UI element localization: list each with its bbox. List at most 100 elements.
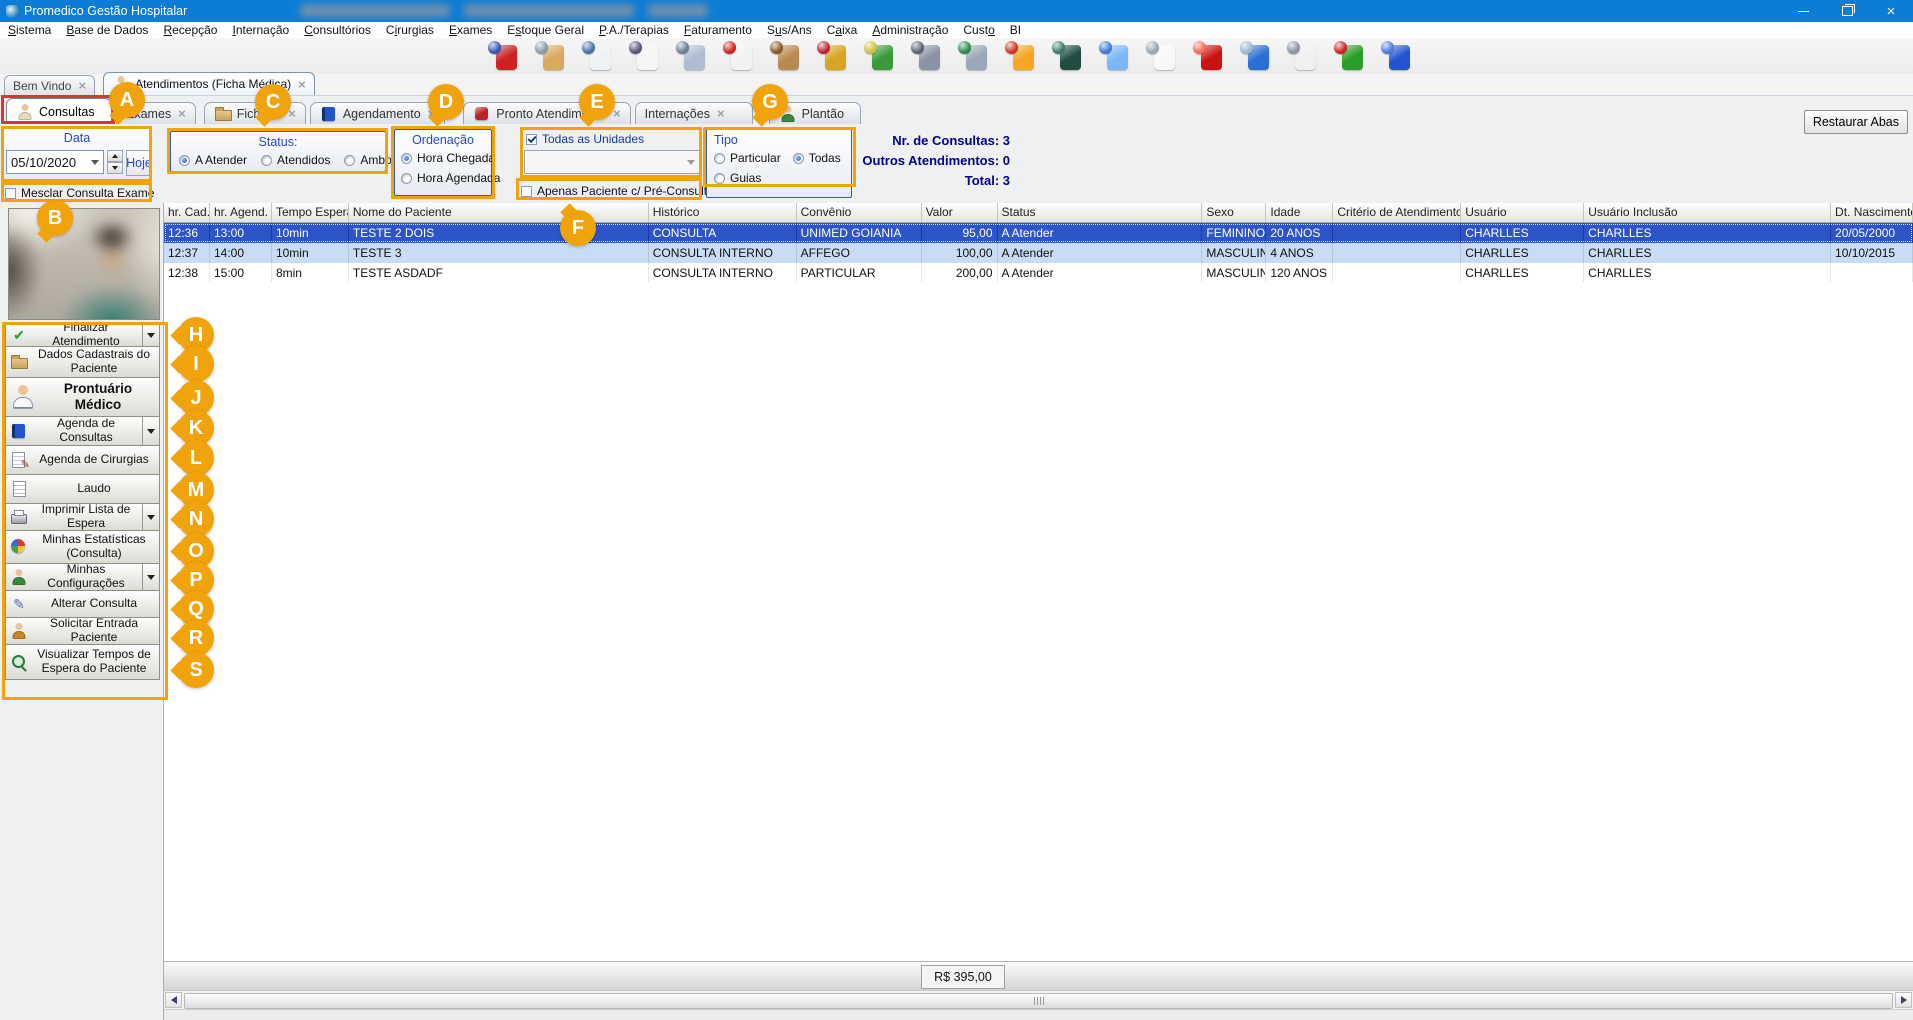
- sidebar-button-minhas-estat-sticas-consulta-[interactable]: Minhas Estatísticas (Consulta): [5, 530, 160, 564]
- menu-exames[interactable]: Exames: [449, 23, 492, 37]
- radio-icon[interactable]: [714, 173, 725, 184]
- safe-icon[interactable]: [911, 41, 941, 71]
- chat-bubble-icon[interactable]: [1099, 41, 1129, 71]
- table-row[interactable]: 12:3714:0010minTESTE 3CONSULTA INTERNOAF…: [164, 243, 1913, 263]
- sidebar-button-laudo[interactable]: Laudo: [5, 474, 160, 504]
- column-header-crit-rio-de-atendimento[interactable]: Critério de Atendimento: [1333, 203, 1461, 222]
- main-tab-atendimentos-ficha-m-dica-[interactable]: Atendimentos (Ficha Médica)×: [103, 72, 315, 95]
- menu-bi[interactable]: BI: [1010, 23, 1021, 37]
- column-header-dt-nascimento[interactable]: Dt. Nascimento: [1831, 203, 1913, 222]
- medical-stats-icon[interactable]: [1334, 41, 1364, 71]
- close-button[interactable]: ×: [1869, 0, 1913, 22]
- table-row[interactable]: 12:3815:008minTESTE ASDADFCONSULTA INTER…: [164, 263, 1913, 283]
- column-header-usu-rio[interactable]: Usuário: [1461, 203, 1584, 222]
- stock-boxes-icon[interactable]: [770, 41, 800, 71]
- dropdown-arrow-icon[interactable]: [142, 324, 159, 346]
- sub-tab-consultas[interactable]: Consultas: [6, 98, 112, 124]
- patient-directory-icon[interactable]: [1381, 41, 1411, 71]
- hospital-bed-icon[interactable]: [676, 41, 706, 71]
- doctor-icon[interactable]: [582, 41, 612, 71]
- scrollbar-thumb[interactable]: [184, 993, 1893, 1009]
- column-header-status[interactable]: Status: [998, 203, 1203, 222]
- menu-consult-rios[interactable]: Consultórios: [304, 23, 371, 37]
- ledger-book-icon[interactable]: [1052, 41, 1082, 71]
- order-option-hora-chegada[interactable]: Hora Chegada: [401, 151, 491, 165]
- all-units-checkbox-row[interactable]: Todas as Unidades: [526, 132, 644, 146]
- menu-administra-o[interactable]: Administração: [872, 23, 948, 37]
- column-header-usu-rio-inclus-o[interactable]: Usuário Inclusão: [1584, 203, 1831, 222]
- dropdown-arrow-icon[interactable]: [142, 564, 159, 590]
- sidebar-button-alterar-consulta[interactable]: ✎Alterar Consulta: [5, 590, 160, 618]
- column-header-nome-do-paciente[interactable]: Nome do Paciente: [349, 203, 649, 222]
- tab-close-icon[interactable]: ×: [298, 78, 306, 91]
- menu-sus-ans[interactable]: Sus/Ans: [767, 23, 812, 37]
- column-header-hr-cad-[interactable]: hr. Cad.: [164, 203, 210, 222]
- mesclar-checkbox-row[interactable]: Mesclar Consulta Exame: [5, 186, 154, 200]
- contract-icon[interactable]: [1287, 41, 1317, 71]
- menu-custo[interactable]: Custo: [963, 23, 994, 37]
- scroll-right-icon[interactable]: [1895, 992, 1912, 1008]
- status-option-ambos[interactable]: Ambos: [344, 153, 397, 167]
- tab-close-icon[interactable]: ×: [428, 107, 436, 120]
- minimize-button[interactable]: [1781, 0, 1825, 22]
- date-dropdown-icon[interactable]: [91, 160, 99, 165]
- mesclar-checkbox[interactable]: [5, 188, 16, 199]
- all-units-checkbox[interactable]: [526, 134, 537, 145]
- scroll-left-icon[interactable]: [165, 992, 182, 1008]
- finance-down-icon[interactable]: [864, 41, 894, 71]
- date-input[interactable]: 05/10/2020: [6, 150, 104, 174]
- tab-close-icon[interactable]: ×: [178, 107, 186, 120]
- sidebar-button-dados-cadastrais-do-paciente[interactable]: Dados Cadastrais do Paciente: [5, 346, 160, 378]
- radio-icon[interactable]: [401, 173, 412, 184]
- preconsult-checkbox[interactable]: [521, 186, 532, 197]
- phone-directory-icon[interactable]: [1005, 41, 1035, 71]
- dropdown-arrow-icon[interactable]: [142, 504, 159, 530]
- type-option-guias[interactable]: Guias: [714, 171, 761, 185]
- sub-tab-plant-o[interactable]: Plantão: [769, 102, 861, 124]
- billing-calculator-icon[interactable]: [958, 41, 988, 71]
- refresh-users-icon[interactable]: [488, 41, 518, 71]
- radio-icon[interactable]: [344, 155, 355, 166]
- finance-up-icon[interactable]: [817, 41, 847, 71]
- tab-close-icon[interactable]: ×: [288, 107, 296, 120]
- tab-close-icon[interactable]: ×: [717, 107, 725, 120]
- menu-p-a-terapias[interactable]: P.A./Terapias: [599, 23, 669, 37]
- menu-sistema[interactable]: Sistema: [8, 23, 51, 37]
- main-tab-bem-vindo[interactable]: Bem Vindo×: [4, 75, 95, 95]
- sub-tab-pronto-atendimento[interactable]: Pronto Atendimento×: [463, 102, 630, 124]
- ambulance-icon[interactable]: [723, 41, 753, 71]
- menu-base-de-dados[interactable]: Base de Dados: [66, 23, 148, 37]
- radio-icon[interactable]: [401, 153, 412, 164]
- radio-icon[interactable]: [261, 155, 272, 166]
- table-row[interactable]: 12:3613:0010minTESTE 2 DOISCONSULTAUNIME…: [164, 223, 1913, 243]
- sub-tab-exames[interactable]: Exames×: [116, 102, 196, 124]
- column-header-hr-agend-[interactable]: hr. Agend.: [210, 203, 272, 222]
- sidebar-button-agenda-de-cirurgias[interactable]: Agenda de Cirurgias: [5, 445, 160, 475]
- preconsult-checkbox-row[interactable]: Apenas Paciente c/ Pré-Consulta: [521, 184, 714, 198]
- today-button[interactable]: Hoje: [126, 150, 152, 176]
- column-header-tempo-espera[interactable]: Tempo Espera: [272, 203, 349, 222]
- sidebar-button-agenda-de-consultas[interactable]: Agenda de Consultas: [5, 416, 160, 446]
- menu-cirurgias[interactable]: Cirurgias: [386, 23, 434, 37]
- column-header-hist-rico[interactable]: Histórico: [649, 203, 797, 222]
- radio-icon[interactable]: [714, 153, 725, 164]
- sidebar-button-solicitar-entrada-paciente[interactable]: Solicitar Entrada Paciente: [5, 617, 160, 645]
- restore-tabs-button[interactable]: Restaurar Abas: [1804, 110, 1908, 134]
- column-header-valor[interactable]: Valor: [922, 203, 998, 222]
- tab-close-icon[interactable]: ×: [78, 79, 86, 92]
- menu-recep-o[interactable]: Recepção: [163, 23, 217, 37]
- unit-combobox[interactable]: [524, 150, 701, 174]
- sub-tab-agendamento[interactable]: Agendamento×: [310, 102, 445, 124]
- menu-estoque-geral[interactable]: Estoque Geral: [507, 23, 584, 37]
- horizontal-scrollbar[interactable]: [164, 990, 1913, 1009]
- status-option-atendidos[interactable]: Atendidos: [261, 153, 330, 167]
- column-header-sexo[interactable]: Sexo: [1202, 203, 1266, 222]
- patient-records-icon[interactable]: [535, 41, 565, 71]
- sub-tab-fich-rio[interactable]: Fichário×: [204, 102, 306, 124]
- invoice-icon[interactable]: [1146, 41, 1176, 71]
- radio-icon[interactable]: [793, 153, 804, 164]
- menu-faturamento[interactable]: Faturamento: [684, 23, 752, 37]
- radio-icon[interactable]: [179, 155, 190, 166]
- column-header-conv-nio[interactable]: Convênio: [797, 203, 922, 222]
- e-billing-icon[interactable]: [1240, 41, 1270, 71]
